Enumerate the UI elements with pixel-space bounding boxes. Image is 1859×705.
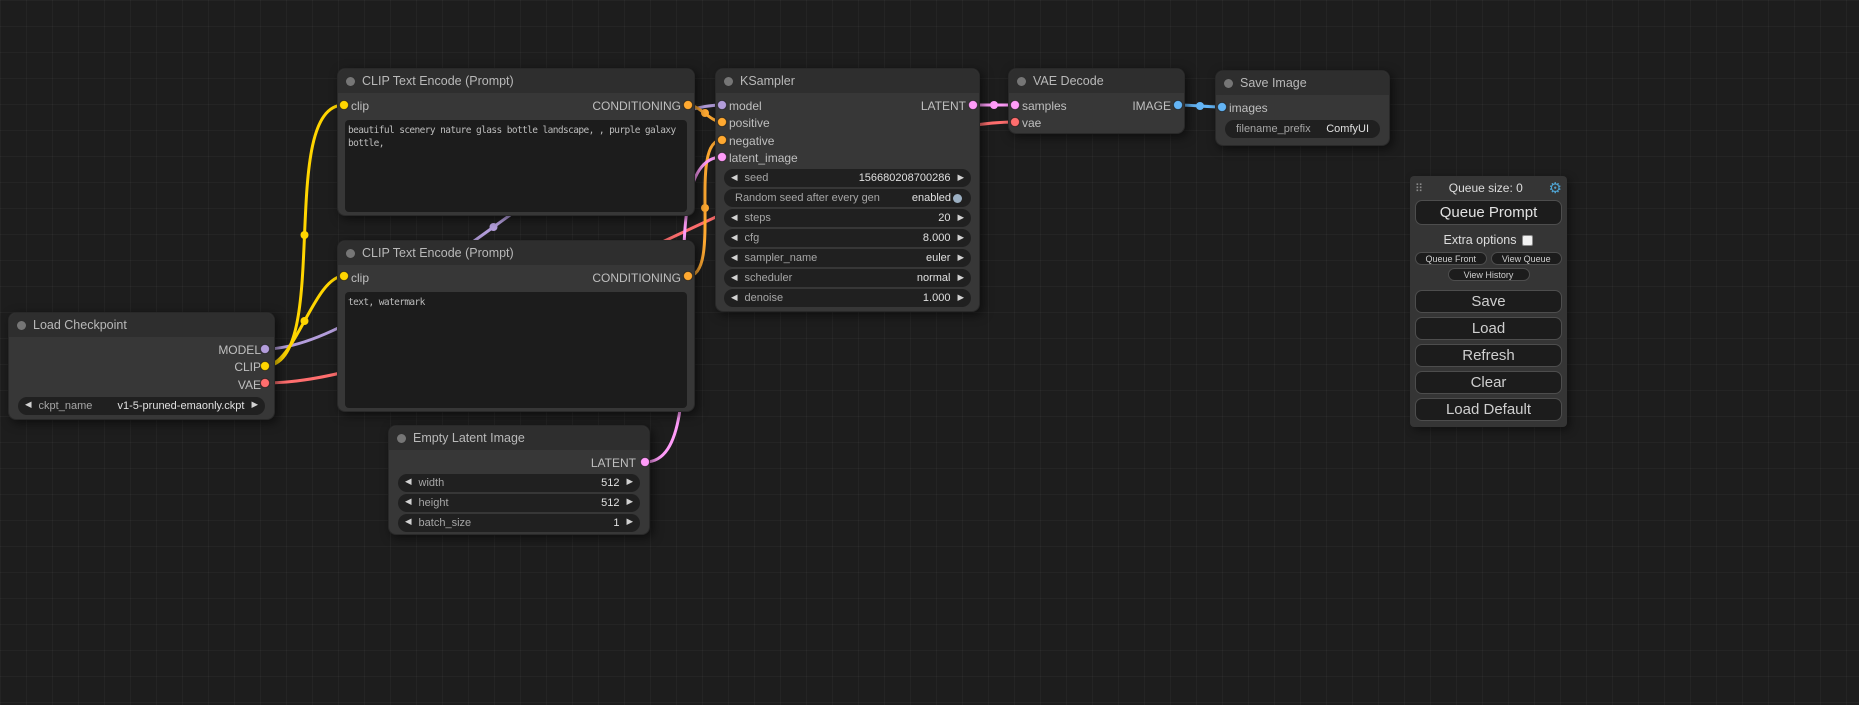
port-ksampler-positive-input[interactable] [718, 118, 727, 127]
clear-button[interactable]: Clear [1415, 371, 1562, 394]
port-vae-decode-samples-input[interactable] [1011, 101, 1020, 110]
refresh-button[interactable]: Refresh [1415, 344, 1562, 367]
port-load-checkpoint-vae-output[interactable] [261, 379, 270, 388]
graph-canvas[interactable]: Load Checkpoint MODEL CLIP VAE ◀ ckpt_na… [0, 0, 1859, 705]
port-ksampler-model-input[interactable] [718, 101, 727, 110]
port-negative-prompt-clip-input[interactable] [340, 272, 349, 281]
port-positive-prompt-conditioning-output[interactable] [684, 101, 693, 110]
port-ksampler-latent-output[interactable] [969, 101, 978, 110]
port-vae-decode-vae-input[interactable] [1011, 118, 1020, 127]
view-queue-button[interactable]: View Queue [1491, 252, 1563, 265]
port-empty-latent-output[interactable] [641, 458, 650, 467]
queue-prompt-button[interactable]: Queue Prompt [1415, 200, 1562, 225]
port-ksampler-latent-image-input[interactable] [718, 153, 727, 162]
port-save-image-images-input[interactable] [1218, 103, 1227, 112]
queue-size-label: Queue size: 0 [1423, 181, 1548, 195]
port-load-checkpoint-clip-output[interactable] [261, 362, 270, 371]
port-load-checkpoint-model-output[interactable] [261, 345, 270, 354]
queue-menu-panel: ⠿ Queue size: 0 ⚙ Queue Prompt Extra opt… [1410, 176, 1567, 427]
save-button[interactable]: Save [1415, 290, 1562, 313]
extra-options-label: Extra options [1444, 233, 1517, 247]
port-ksampler-negative-input[interactable] [718, 136, 727, 145]
drag-handle-icon[interactable]: ⠿ [1415, 182, 1423, 195]
view-history-button[interactable]: View History [1448, 268, 1530, 281]
ports-layer [0, 0, 1859, 705]
port-negative-prompt-conditioning-output[interactable] [684, 272, 693, 281]
load-button[interactable]: Load [1415, 317, 1562, 340]
settings-gear-icon[interactable]: ⚙ [1549, 181, 1562, 196]
port-positive-prompt-clip-input[interactable] [340, 101, 349, 110]
extra-options-checkbox[interactable] [1522, 235, 1533, 246]
load-default-button[interactable]: Load Default [1415, 398, 1562, 421]
queue-front-button[interactable]: Queue Front [1415, 252, 1487, 265]
port-vae-decode-image-output[interactable] [1174, 101, 1183, 110]
